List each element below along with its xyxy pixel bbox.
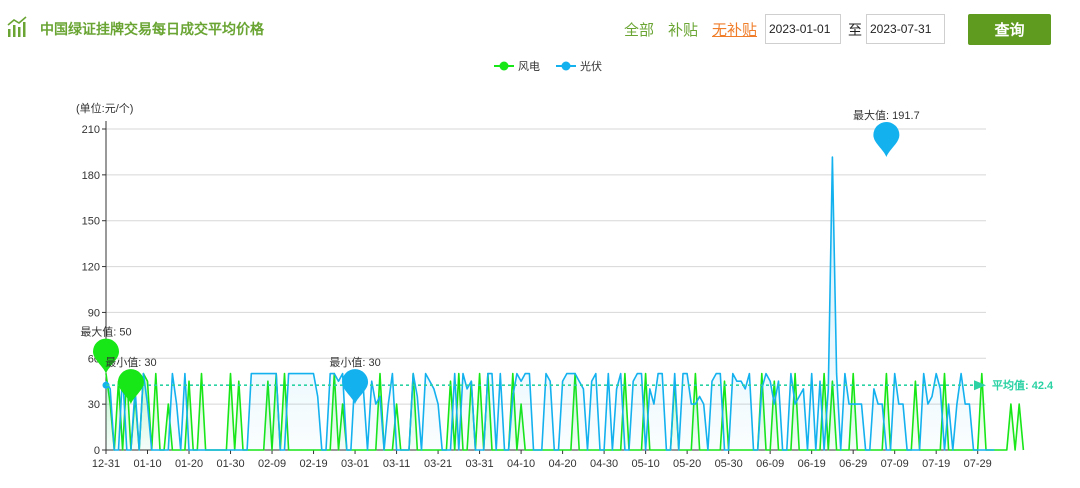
average-label: 平均值: 42.4 (992, 378, 1054, 392)
x-tick-label: 01-20 (175, 458, 203, 470)
markpoint-label: 最大值: 50 (80, 325, 131, 339)
y-tick-label: 150 (82, 216, 100, 228)
x-tick-label: 06-09 (756, 458, 784, 470)
legend-label[interactable]: 风电 (518, 60, 540, 73)
x-tick-label: 07-29 (964, 458, 992, 470)
x-tick-label: 02-19 (299, 458, 327, 470)
x-tick-label: 04-30 (590, 458, 618, 470)
x-tick-label: 02-09 (258, 458, 286, 470)
legend-marker (561, 61, 571, 71)
average-line-arrow (974, 380, 986, 391)
x-tick-label: 03-31 (466, 458, 494, 470)
y-tick-label: 180 (82, 170, 100, 182)
markpoint-label: 最小值: 30 (105, 356, 156, 369)
y-tick-label: 120 (82, 262, 100, 274)
x-tick-label: 05-20 (673, 458, 701, 470)
y-tick-label: 30 (88, 399, 100, 411)
x-tick-label: 07-09 (881, 458, 909, 470)
x-tick-label: 03-01 (341, 458, 369, 470)
unit-label: (单位:元/个) (76, 101, 133, 115)
legend-marker (499, 61, 509, 71)
x-tick-label: 05-30 (715, 458, 743, 470)
x-tick-label: 06-19 (798, 458, 826, 470)
x-tick-label: 06-29 (839, 458, 867, 470)
x-tick-label: 01-30 (216, 458, 244, 470)
x-tick-label: 07-19 (922, 458, 950, 470)
x-tick-label: 03-11 (383, 458, 410, 470)
x-tick-label: 04-10 (507, 458, 535, 470)
x-tick-label: 04-20 (549, 458, 577, 470)
y-tick-label: 0 (94, 445, 100, 457)
x-tick-label: 05-10 (632, 458, 660, 470)
y-tick-label: 90 (88, 307, 100, 319)
markpoint-label: 最大值: 191.7 (853, 108, 920, 122)
x-tick-label: 01-10 (133, 458, 161, 470)
y-tick-label: 210 (82, 124, 100, 136)
x-tick-label: 12-31 (92, 458, 120, 470)
legend-label[interactable]: 光伏 (580, 59, 602, 73)
markpoint-label: 最小值: 30 (329, 356, 380, 369)
markpoint-pin (873, 121, 900, 157)
x-tick-label: 03-21 (424, 458, 452, 470)
price-chart: 0306090120150180210(单位:元/个)12-31 01-10 01-… (76, 59, 1054, 470)
